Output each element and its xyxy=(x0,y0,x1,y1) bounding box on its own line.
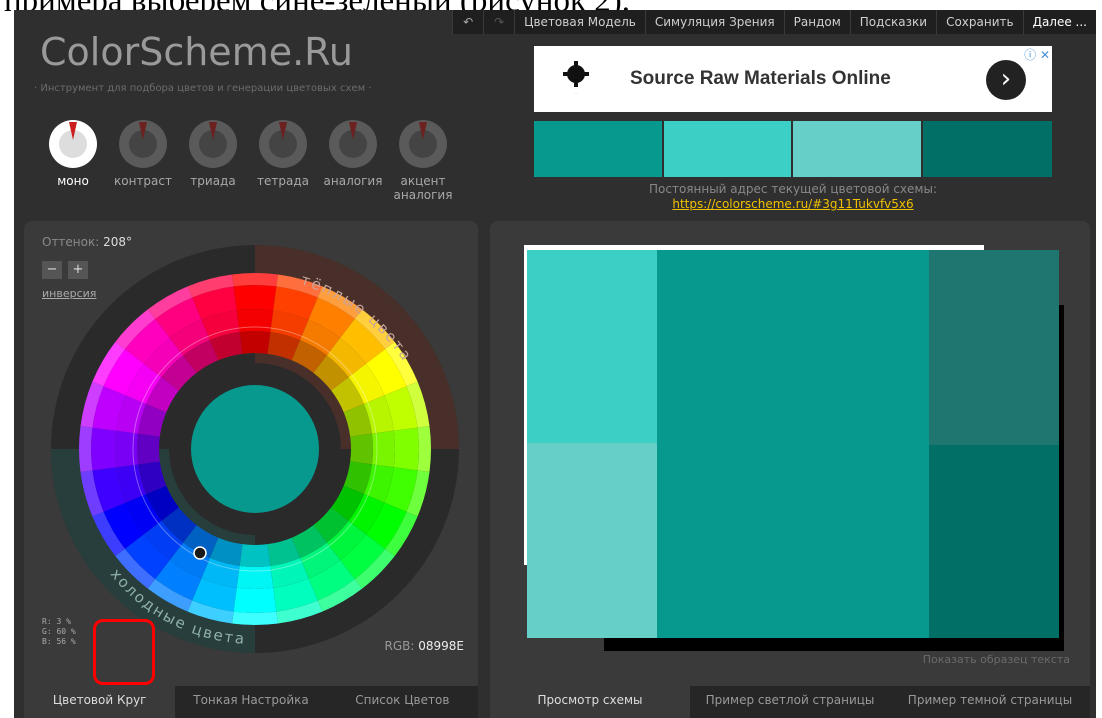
preview-block-pale xyxy=(527,443,657,638)
nav-hints[interactable]: Подсказки xyxy=(849,10,936,34)
wheel-segment[interactable] xyxy=(137,433,160,465)
mode-contrast[interactable]: контраст xyxy=(108,120,178,202)
rgb-percentages: R: 3 % G: 60 % B: 56 % xyxy=(42,617,76,647)
wheel-handle[interactable] xyxy=(193,546,207,560)
mono-mode-icon xyxy=(49,120,97,168)
wheel-segment[interactable] xyxy=(232,611,278,625)
scheme-preview xyxy=(524,245,1064,651)
mode-triad[interactable]: триада xyxy=(178,120,248,202)
preview-block-darkmuted xyxy=(929,250,1059,445)
triad-mode-icon xyxy=(189,120,237,168)
nav-save[interactable]: Сохранить xyxy=(936,10,1023,34)
swatch-dark[interactable] xyxy=(922,121,1052,177)
wheel-segment[interactable] xyxy=(350,433,373,465)
mode-label: триада xyxy=(190,174,236,188)
show-sample-text-link[interactable]: Показать образец текста xyxy=(923,653,1070,666)
wheel-segment[interactable] xyxy=(417,426,431,472)
redo-icon[interactable]: ↷ xyxy=(483,10,514,34)
wheel-segment[interactable] xyxy=(393,427,419,471)
wheel-segment[interactable] xyxy=(115,430,139,468)
tab-scheme-preview[interactable]: Просмотр схемы xyxy=(490,686,690,718)
ad-banner[interactable]: . Source Raw Materials Online › ⓘ ✕ xyxy=(534,46,1052,112)
mode-tetrad[interactable]: тетрада xyxy=(248,120,318,202)
tab-dark-page-example[interactable]: Пример темной страницы xyxy=(890,686,1090,718)
tab-color-list[interactable]: Список Цветов xyxy=(326,686,478,718)
swatch-light[interactable] xyxy=(663,121,791,177)
wheel-segment[interactable] xyxy=(371,430,395,468)
preview-block-primary xyxy=(657,250,929,638)
mode-label: моно xyxy=(57,174,89,188)
scheme-modes: моно контраст триада тетрада аналогия ак… xyxy=(38,120,458,202)
wheel-segment[interactable] xyxy=(236,565,274,589)
nav-more[interactable]: Далее ... xyxy=(1022,10,1096,34)
wheel-segment[interactable] xyxy=(233,587,277,613)
nav-color-model[interactable]: Цветовая Модель xyxy=(514,10,645,34)
tab-color-wheel[interactable]: Цветовой Круг xyxy=(24,686,176,718)
rgb-red: R: 3 % xyxy=(42,617,71,626)
rgb-blue: B: 56 % xyxy=(42,637,76,646)
rgb-green: G: 60 % xyxy=(42,627,76,636)
color-wheel-panel: Оттенок: 208° − + инверсия тёплые цвета … xyxy=(24,221,478,686)
mode-label: акцент аналогия xyxy=(393,174,453,202)
color-swatches xyxy=(534,121,1052,177)
swatch-pale[interactable] xyxy=(793,121,921,177)
left-tabs: Цветовой Круг Тонкая Настройка Список Цв… xyxy=(24,686,478,718)
nav-random[interactable]: Рандом xyxy=(783,10,850,34)
mode-label: тетрада xyxy=(257,174,309,188)
accent-analogy-mode-icon xyxy=(399,120,447,168)
mode-label: аналогия xyxy=(323,174,383,188)
site-logo[interactable]: ColorScheme.Ru xyxy=(40,30,353,74)
mode-mono[interactable]: моно xyxy=(38,120,108,202)
wheel-segment[interactable] xyxy=(239,544,271,567)
scheme-preview-panel: Показать образец текста xyxy=(490,221,1090,686)
top-nav: ↶ ↷ Цветовая Модель Симуляция Зрения Ран… xyxy=(452,10,1096,34)
permalink-link[interactable]: https://colorscheme.ru/#3g11Tukvfv5x6 xyxy=(534,197,1052,211)
swatch-primary[interactable] xyxy=(534,121,662,177)
rgb-hex-label: RGB: xyxy=(384,639,415,653)
wheel-segment[interactable] xyxy=(79,426,93,472)
highlight-annotation xyxy=(93,619,155,685)
color-wheel[interactable]: тёплые цвета холодные цвета xyxy=(50,244,460,654)
gear-icon: . xyxy=(563,61,589,95)
wheel-segment[interactable] xyxy=(239,331,271,354)
tab-light-page-example[interactable]: Пример светлой страницы xyxy=(690,686,890,718)
ad-arrow-button[interactable]: › xyxy=(986,60,1026,100)
colorscheme-app: ↶ ↷ Цветовая Модель Симуляция Зрения Ран… xyxy=(14,10,1096,718)
contrast-mode-icon xyxy=(119,120,167,168)
ad-close-icon[interactable]: ⓘ ✕ xyxy=(1024,46,1050,63)
svg-text:.: . xyxy=(575,90,576,95)
wheel-segment[interactable] xyxy=(236,309,274,333)
wheel-center-color xyxy=(191,385,319,513)
undo-icon[interactable]: ↶ xyxy=(452,10,483,34)
mode-accent-analogy[interactable]: акцент аналогия xyxy=(388,120,458,202)
nav-vision-simulation[interactable]: Симуляция Зрения xyxy=(644,10,784,34)
site-tagline: · Инструмент для подбора цветов и генера… xyxy=(34,83,372,94)
mode-label: контраст xyxy=(114,174,172,188)
wheel-segment[interactable] xyxy=(233,285,277,311)
analogy-mode-icon xyxy=(329,120,377,168)
ad-text[interactable]: Source Raw Materials Online xyxy=(630,68,891,90)
permalink-label: Постоянный адрес текущей цветовой схемы: xyxy=(648,182,937,196)
wheel-segment[interactable] xyxy=(91,427,117,471)
wheel-segment[interactable] xyxy=(232,273,278,287)
mode-analogy[interactable]: аналогия xyxy=(318,120,388,202)
preview-block-dark xyxy=(929,445,1059,638)
tab-fine-tuning[interactable]: Тонкая Настройка xyxy=(175,686,327,718)
right-tabs: Просмотр схемы Пример светлой страницы П… xyxy=(490,686,1090,718)
rgb-hex-readout: RGB: 08998E xyxy=(384,639,464,653)
rgb-hex-value: 08998E xyxy=(418,639,464,653)
preview-block-light xyxy=(527,250,657,446)
tetrad-mode-icon xyxy=(259,120,307,168)
